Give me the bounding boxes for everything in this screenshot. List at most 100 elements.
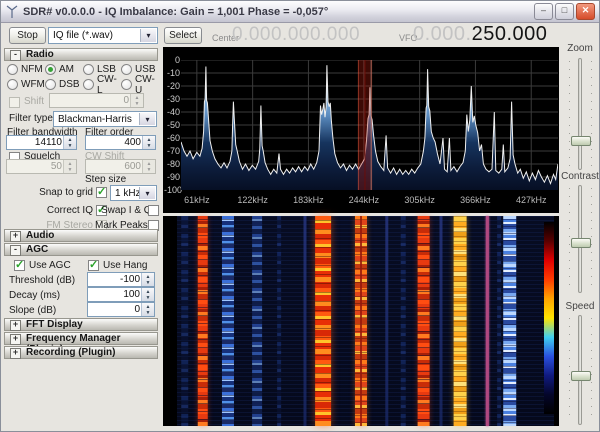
chevron-down-icon[interactable]: ▾ bbox=[140, 29, 156, 42]
y-tick-label: -50 bbox=[166, 120, 180, 130]
center-frequency-value[interactable]: 0.000.000.000 bbox=[232, 24, 360, 46]
spinner-icon[interactable]: ▲ ▼ bbox=[141, 303, 154, 316]
speed-slider-ticks bbox=[591, 318, 592, 422]
use-hang-label: Use Hang bbox=[103, 260, 148, 271]
waterfall-signal-stripe bbox=[197, 216, 208, 426]
waterfall-signal-stripe bbox=[497, 216, 502, 426]
filter-type-label: Filter type bbox=[9, 113, 53, 124]
zoom-slider[interactable] bbox=[571, 58, 591, 170]
mode-option-wfm[interactable]: WFM bbox=[7, 77, 45, 92]
snap-to-grid-label: Snap to grid bbox=[39, 187, 93, 198]
select-button[interactable]: Select bbox=[164, 27, 202, 44]
zoom-slider-thumb[interactable] bbox=[571, 136, 591, 146]
waterfall-signal-stripe bbox=[221, 216, 234, 426]
y-tick-label: -40 bbox=[166, 107, 180, 117]
use-hang-checkbox[interactable] bbox=[88, 258, 99, 271]
swap-iq-label: Swap I & Q bbox=[101, 205, 152, 216]
waterfall-display[interactable] bbox=[163, 216, 559, 426]
radio-button bbox=[83, 79, 94, 90]
chevron-down-icon[interactable]: ▾ bbox=[139, 187, 155, 199]
mode-option-am[interactable]: AM bbox=[45, 62, 83, 77]
spinner-icon[interactable]: ▲ ▼ bbox=[63, 160, 76, 173]
shift-label: Shift bbox=[24, 96, 45, 107]
mode-label: WFM bbox=[21, 79, 45, 90]
minimize-button[interactable]: – bbox=[534, 3, 553, 20]
snap-to-grid-checkbox[interactable] bbox=[96, 185, 107, 198]
mode-option-dsb[interactable]: DSB bbox=[45, 77, 83, 92]
waterfall-signal-stripe bbox=[252, 216, 263, 426]
mode-option-cw-u[interactable]: CW-U bbox=[121, 74, 159, 96]
waterfall-signal-stripe bbox=[315, 216, 332, 426]
radio-button bbox=[83, 64, 94, 75]
expand-icon[interactable]: + bbox=[10, 231, 21, 242]
fft-spectrum-display[interactable]: 0 -10 -20 -30 -40 -50 -60 -70 -80 -90 -100 61kHz 12… bbox=[163, 47, 559, 213]
threshold-input[interactable]: -100 ▲ ▼ bbox=[87, 272, 155, 287]
filter-order-input[interactable]: 400 ▲ ▼ bbox=[85, 135, 156, 150]
swap-iq-checkbox[interactable] bbox=[148, 205, 159, 216]
cw-shift-input[interactable]: 600 ▲ ▼ bbox=[85, 159, 156, 174]
radio-button bbox=[45, 79, 56, 90]
contrast-slider-label: Contrast bbox=[561, 171, 599, 182]
vfo-frequency-value[interactable]: 0.000.250.000 bbox=[413, 23, 547, 46]
close-button[interactable]: ✕ bbox=[576, 3, 595, 20]
mode-option-cw-l[interactable]: CW-L bbox=[83, 74, 121, 96]
spinner-icon[interactable]: ▲ ▼ bbox=[63, 136, 76, 149]
spinner-icon[interactable]: ▲ ▼ bbox=[142, 136, 155, 149]
section-header-fft-display[interactable]: + FFT Display bbox=[4, 318, 158, 331]
sdrsharp-window: SDR# v0.0.0.0 - IQ Imbalance: Gain = 1,0… bbox=[0, 0, 600, 432]
squelch-input[interactable]: 50 ▲ ▼ bbox=[6, 159, 77, 174]
filter-type-select[interactable]: Blackman-Harris ▾ bbox=[53, 111, 157, 127]
zoom-slider-ticks bbox=[591, 61, 592, 167]
radio-button bbox=[45, 64, 56, 75]
waterfall-signal-stripe bbox=[503, 216, 517, 426]
step-size-select[interactable]: 1 kHz ▾ bbox=[110, 185, 157, 201]
expand-icon[interactable]: + bbox=[10, 348, 21, 359]
section-header-radio[interactable]: - Radio bbox=[4, 48, 158, 61]
correct-iq-label: Correct IQ bbox=[46, 205, 93, 216]
section-header-recording[interactable]: + Recording (Plugin) bbox=[4, 346, 158, 359]
expand-icon[interactable]: + bbox=[10, 334, 21, 345]
y-tick-label: -30 bbox=[166, 94, 180, 104]
vfo-active-digits: 250.000 bbox=[471, 23, 548, 45]
source-select[interactable]: IQ file (*.wav) ▾ bbox=[48, 27, 158, 44]
expand-icon[interactable]: + bbox=[10, 320, 21, 331]
section-header-frequency-manager[interactable]: + Frequency Manager (Plugin) bbox=[4, 332, 158, 355]
stop-button[interactable]: Stop bbox=[9, 27, 46, 44]
shift-input[interactable]: 0 ▲ ▼ bbox=[49, 93, 144, 108]
shift-checkbox[interactable] bbox=[9, 97, 20, 108]
slope-label: Slope (dB) bbox=[9, 305, 57, 316]
collapse-icon[interactable]: - bbox=[10, 50, 21, 61]
title-bar[interactable]: SDR# v0.0.0.0 - IQ Imbalance: Gain = 1,0… bbox=[1, 1, 599, 23]
vfo-leading-zeros: 0.000. bbox=[413, 23, 472, 45]
spinner-icon[interactable]: ▲ ▼ bbox=[141, 273, 154, 286]
spinner-icon[interactable]: ▲ ▼ bbox=[130, 94, 143, 107]
waterfall-signal-stripe bbox=[453, 216, 467, 426]
radio-button bbox=[121, 64, 132, 75]
section-header-audio[interactable]: + Audio bbox=[4, 229, 158, 242]
collapse-icon[interactable]: - bbox=[10, 245, 21, 256]
section-header-agc[interactable]: - AGC bbox=[4, 243, 158, 256]
spectrum-plot[interactable] bbox=[180, 59, 559, 191]
decay-input[interactable]: 100 ▲ ▼ bbox=[87, 287, 155, 302]
waterfall-signal-stripe bbox=[359, 216, 362, 426]
use-agc-checkbox[interactable] bbox=[14, 258, 25, 271]
use-agc-label: Use AGC bbox=[29, 260, 71, 271]
filter-bandwidth-input[interactable]: 14110 ▲ ▼ bbox=[6, 135, 77, 150]
waterfall-signal-stripe bbox=[417, 216, 430, 426]
mode-option-nfm[interactable]: NFM bbox=[7, 62, 45, 77]
step-size-label: Step size bbox=[85, 174, 127, 185]
waterfall-data-area[interactable] bbox=[177, 216, 554, 426]
x-tick-label: 183kHz bbox=[293, 195, 324, 205]
speed-slider-thumb[interactable] bbox=[571, 371, 591, 381]
contrast-slider-thumb[interactable] bbox=[571, 238, 591, 248]
speed-slider[interactable] bbox=[571, 315, 591, 425]
zoom-slider-ticks bbox=[569, 61, 570, 167]
waterfall-signal-stripe bbox=[276, 216, 281, 426]
spinner-icon[interactable]: ▲ ▼ bbox=[142, 160, 155, 173]
chevron-down-icon[interactable]: ▾ bbox=[139, 113, 155, 125]
waterfall-colorbar bbox=[544, 222, 554, 414]
contrast-slider[interactable] bbox=[571, 185, 591, 293]
maximize-button[interactable]: □ bbox=[555, 3, 574, 20]
spinner-icon[interactable]: ▲ ▼ bbox=[141, 288, 154, 301]
slope-input[interactable]: 0 ▲ ▼ bbox=[87, 302, 155, 317]
